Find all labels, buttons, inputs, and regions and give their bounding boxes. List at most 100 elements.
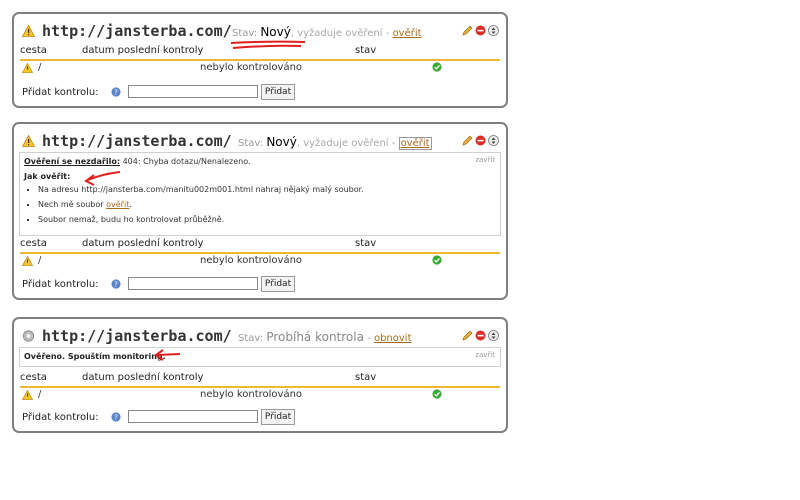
verify-link[interactable]: ověřit: [106, 200, 129, 209]
collapse-icon[interactable]: [488, 135, 499, 146]
state-line: Stav: Nový, vyžaduje ověření - ověřit: [238, 135, 432, 150]
site-url: http://jansterba.com/: [42, 22, 232, 40]
error-title: Ověření se nezdařilo:: [24, 157, 121, 166]
column-path: cesta: [20, 45, 47, 56]
svg-text:?: ?: [114, 281, 118, 289]
state-label: Stav:: [238, 138, 264, 149]
add-check-label: Přidat kontrolu:: [22, 412, 99, 423]
site-panel-1: http://jansterba.com/ Stav: Nový, vyžadu…: [12, 12, 508, 108]
close-link[interactable]: zavřít: [475, 156, 495, 164]
add-check-button[interactable]: Přidat: [261, 84, 295, 100]
add-check-input[interactable]: [128, 85, 258, 98]
state-value: Nový: [266, 135, 297, 149]
column-last-check: datum poslední kontroly: [82, 372, 204, 383]
panel-tools: [462, 25, 500, 37]
verify-link[interactable]: ověřit: [393, 28, 422, 39]
state-value: Nový: [260, 25, 291, 39]
row-last-check: nebylo kontrolováno: [200, 255, 303, 266]
row-path: /: [38, 255, 42, 266]
state-value: Probíhá kontrola: [266, 330, 364, 344]
state-note: , vyžaduje ověření -: [296, 138, 396, 149]
svg-text:?: ?: [114, 414, 118, 422]
row-last-check: nebylo kontrolováno: [200, 389, 303, 400]
add-check-form: Přidat kontrolu: ? Přidat: [20, 84, 500, 102]
edit-pencil-icon[interactable]: [462, 135, 473, 146]
edit-pencil-icon[interactable]: [462, 330, 473, 341]
add-check-form: Přidat kontrolu: ? Přidat: [20, 409, 500, 427]
warning-icon: [22, 390, 33, 400]
state-line: Stav: Nový, vyžaduje ověření - ověřit: [232, 25, 422, 39]
ok-check-icon: [432, 255, 442, 265]
warning-icon: [22, 135, 35, 147]
columns-header: cesta datum poslední kontroly stav: [20, 45, 500, 61]
add-check-form: Přidat kontrolu: ? Přidat: [20, 276, 500, 294]
verify-steps: Na adresu http://jansterba.com/manitu002…: [24, 185, 496, 230]
verified-text: Ověřeno. Spouštím monitoring.: [24, 352, 166, 361]
column-last-check: datum poslední kontroly: [82, 238, 204, 249]
state-line: Stav: Probíhá kontrola - obnovit: [238, 330, 412, 344]
help-icon[interactable]: ?: [111, 412, 121, 422]
delete-icon[interactable]: [475, 25, 486, 36]
delete-icon[interactable]: [475, 330, 486, 341]
ok-check-icon: [432, 389, 442, 399]
site-url: http://jansterba.com/: [42, 132, 232, 150]
column-last-check: datum poslední kontroly: [82, 45, 204, 56]
add-check-input[interactable]: [128, 277, 258, 290]
add-check-button[interactable]: Přidat: [261, 276, 295, 292]
refresh-link[interactable]: obnovit: [374, 333, 412, 344]
add-check-button[interactable]: Přidat: [261, 409, 295, 425]
check-row: / nebylo kontrolováno: [20, 389, 500, 403]
edit-pencil-icon[interactable]: [462, 25, 473, 36]
site-url: http://jansterba.com/: [42, 327, 232, 345]
state-note: , vyžaduje ověření -: [290, 28, 390, 39]
column-path: cesta: [20, 372, 47, 383]
panel-tools: [462, 135, 500, 147]
site-panel-3: http://jansterba.com/ Stav: Probíhá kont…: [12, 317, 508, 433]
close-link[interactable]: zavřít: [475, 351, 495, 359]
row-last-check: nebylo kontrolováno: [200, 62, 303, 73]
annotation-arrow: [154, 349, 181, 361]
row-path: /: [38, 62, 42, 73]
delete-icon[interactable]: [475, 135, 486, 146]
ok-check-icon: [432, 62, 442, 72]
verify-step: Nech mě soubor ověřit.: [38, 200, 496, 209]
verify-step: Soubor nemaž, budu ho kontrolovat průběž…: [38, 215, 496, 224]
column-state: stav: [355, 238, 377, 249]
help-icon[interactable]: ?: [111, 279, 121, 289]
add-check-label: Přidat kontrolu:: [22, 279, 99, 290]
column-path: cesta: [20, 238, 47, 249]
verify-link[interactable]: ověřit: [398, 137, 432, 150]
verify-step-text: Nech mě soubor: [38, 200, 104, 209]
verify-step-end: .: [129, 200, 132, 209]
panel-tools: [462, 330, 500, 342]
add-check-label: Přidat kontrolu:: [22, 87, 99, 98]
add-check-input[interactable]: [128, 410, 258, 423]
help-icon[interactable]: ?: [111, 87, 121, 97]
verified-box: zavřít Ověřeno. Spouštím monitoring.: [19, 347, 501, 367]
columns-header: cesta datum poslední kontroly stav: [20, 238, 500, 254]
warning-icon: [22, 25, 35, 37]
state-label: Stav:: [232, 28, 258, 39]
collapse-icon[interactable]: [488, 330, 499, 341]
panel-header: http://jansterba.com/ Stav: Nový, vyžadu…: [20, 21, 500, 41]
check-row: / nebylo kontrolováno: [20, 255, 500, 269]
site-panel-2: http://jansterba.com/ Stav: Nový, vyžadu…: [12, 122, 508, 300]
state-separator: -: [367, 333, 371, 344]
panel-header: http://jansterba.com/ Stav: Probíhá kont…: [20, 326, 500, 346]
row-path: /: [38, 389, 42, 400]
how-to-verify-title: Jak ověřit:: [24, 172, 71, 181]
annotation-arrow: [84, 171, 121, 186]
verification-failed-box: zavřít Ověření se nezdařilo: 404: Chyba …: [19, 152, 501, 236]
state-label: Stav:: [238, 333, 264, 344]
error-line: Ověření se nezdařilo: 404: Chyba dotazu/…: [24, 157, 251, 166]
warning-icon: [22, 63, 33, 73]
column-state: stav: [355, 45, 377, 56]
svg-text:?: ?: [114, 89, 118, 97]
panel-header: http://jansterba.com/ Stav: Nový, vyžadu…: [20, 131, 500, 151]
error-text: 404: Chyba dotazu/Nenalezeno.: [122, 157, 251, 166]
collapse-icon[interactable]: [488, 25, 499, 36]
columns-header: cesta datum poslední kontroly stav: [20, 372, 500, 388]
warning-icon: [22, 256, 33, 266]
check-row: / nebylo kontrolováno: [20, 62, 500, 76]
column-state: stav: [355, 372, 377, 383]
